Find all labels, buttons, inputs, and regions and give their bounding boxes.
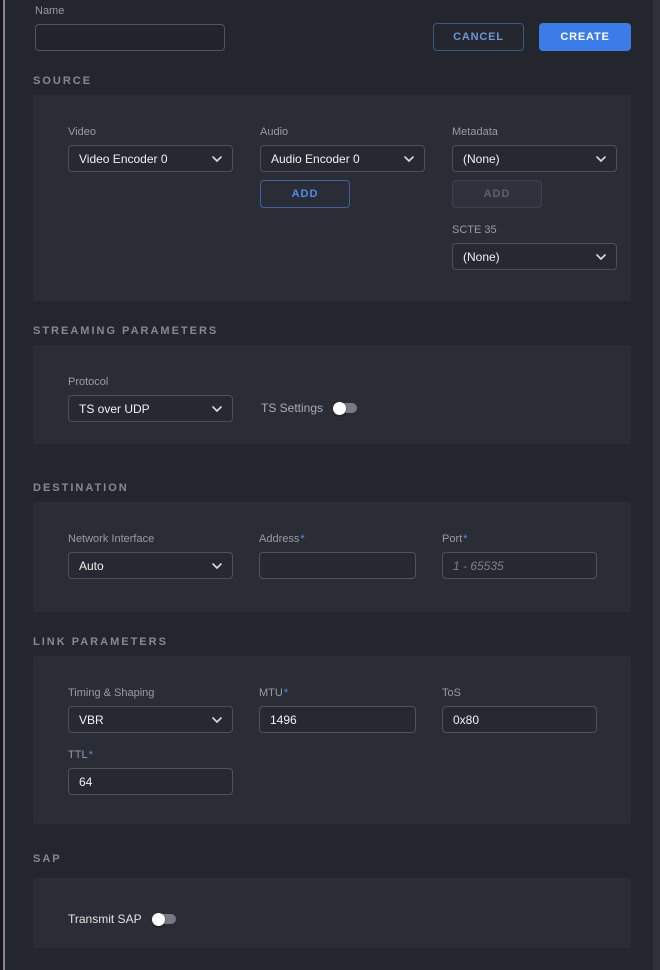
mtu-input[interactable]	[259, 706, 416, 733]
audio-select-value: Audio Encoder 0	[271, 152, 360, 166]
streaming-card: Protocol TS over UDP TS Settings	[33, 345, 631, 444]
create-button[interactable]: CREATE	[539, 23, 631, 51]
required-asterisk: *	[284, 687, 288, 699]
network-interface-select-value: Auto	[79, 559, 104, 573]
port-field-group: Port*	[442, 533, 597, 579]
mtu-field-group: MTU*	[259, 687, 416, 733]
chevron-down-icon	[596, 254, 606, 260]
address-field-group: Address*	[259, 533, 416, 579]
audio-label: Audio	[260, 126, 425, 139]
network-interface-label: Network Interface	[68, 533, 233, 546]
transmit-sap-label: Transmit SAP	[68, 912, 142, 926]
timing-field-group: Timing & Shaping VBR	[68, 687, 233, 733]
metadata-field-group: Metadata (None) ADD SCTE 35 (None)	[452, 126, 617, 270]
ts-settings-row: TS Settings	[261, 401, 357, 415]
address-input[interactable]	[259, 552, 416, 579]
toggle-knob	[152, 913, 165, 926]
sap-card: Transmit SAP	[33, 878, 631, 948]
audio-select[interactable]: Audio Encoder 0	[260, 145, 425, 172]
chevron-down-icon	[404, 156, 414, 162]
port-label: Port*	[442, 533, 597, 546]
source-section-title: SOURCE	[33, 75, 631, 88]
metadata-select[interactable]: (None)	[452, 145, 617, 172]
ttl-field-group: TTL*	[68, 749, 233, 795]
ts-settings-label: TS Settings	[261, 401, 323, 415]
destination-section-title: DESTINATION	[33, 482, 631, 495]
network-interface-select[interactable]: Auto	[68, 552, 233, 579]
mtu-label: MTU*	[259, 687, 416, 700]
destination-card: Network Interface Auto Address* Port*	[33, 502, 631, 612]
ttl-label: TTL*	[68, 749, 233, 762]
timing-shaping-label: Timing & Shaping	[68, 687, 233, 700]
chevron-down-icon	[596, 156, 606, 162]
chevron-down-icon	[212, 406, 222, 412]
form-actions: CANCEL CREATE	[433, 23, 631, 51]
metadata-select-value: (None)	[463, 152, 500, 166]
tos-input[interactable]	[442, 706, 597, 733]
address-label: Address*	[259, 533, 416, 546]
timing-shaping-select-value: VBR	[79, 713, 104, 727]
scte35-select-value: (None)	[463, 250, 500, 264]
sap-section-title: SAP	[33, 853, 631, 866]
video-select[interactable]: Video Encoder 0	[68, 145, 233, 172]
link-card: Timing & Shaping VBR MTU* ToS TTL*	[33, 656, 631, 824]
video-label: Video	[68, 126, 233, 139]
port-input[interactable]	[442, 552, 597, 579]
video-select-value: Video Encoder 0	[79, 152, 168, 166]
tos-label: ToS	[442, 687, 597, 700]
name-field-group: Name	[35, 5, 225, 51]
network-interface-field-group: Network Interface Auto	[68, 533, 233, 579]
transmit-sap-toggle[interactable]	[152, 912, 176, 926]
toggle-knob	[333, 402, 346, 415]
chevron-down-icon	[212, 156, 222, 162]
tos-field-group: ToS	[442, 687, 597, 733]
cancel-button[interactable]: CANCEL	[433, 23, 524, 51]
streaming-section-title: STREAMING PARAMETERS	[33, 325, 631, 338]
ttl-input[interactable]	[68, 768, 233, 795]
source-card: Video Video Encoder 0 Audio Audio Encode…	[33, 95, 631, 301]
link-section-title: LINK PARAMETERS	[33, 636, 631, 649]
transmit-sap-row: Transmit SAP	[68, 912, 617, 926]
chevron-down-icon	[212, 717, 222, 723]
create-output-form: Name CANCEL CREATE SOURCE Video Video En…	[0, 0, 660, 948]
metadata-label: Metadata	[452, 126, 617, 139]
chevron-down-icon	[212, 563, 222, 569]
ts-settings-toggle[interactable]	[333, 401, 357, 415]
timing-shaping-select[interactable]: VBR	[68, 706, 233, 733]
name-label: Name	[35, 5, 225, 18]
protocol-select-value: TS over UDP	[79, 402, 150, 416]
add-metadata-button[interactable]: ADD	[452, 180, 542, 208]
required-asterisk: *	[300, 533, 304, 545]
protocol-label: Protocol	[68, 376, 233, 389]
required-asterisk: *	[463, 533, 467, 545]
form-header: Name CANCEL CREATE	[0, 5, 660, 51]
video-field-group: Video Video Encoder 0	[68, 126, 233, 270]
audio-field-group: Audio Audio Encoder 0 ADD	[260, 126, 425, 270]
protocol-field-group: Protocol TS over UDP	[68, 376, 233, 422]
protocol-select[interactable]: TS over UDP	[68, 395, 233, 422]
scte35-select[interactable]: (None)	[452, 243, 617, 270]
add-audio-button[interactable]: ADD	[260, 180, 350, 208]
name-input[interactable]	[35, 24, 225, 51]
scte35-label: SCTE 35	[452, 224, 617, 237]
required-asterisk: *	[89, 749, 93, 761]
